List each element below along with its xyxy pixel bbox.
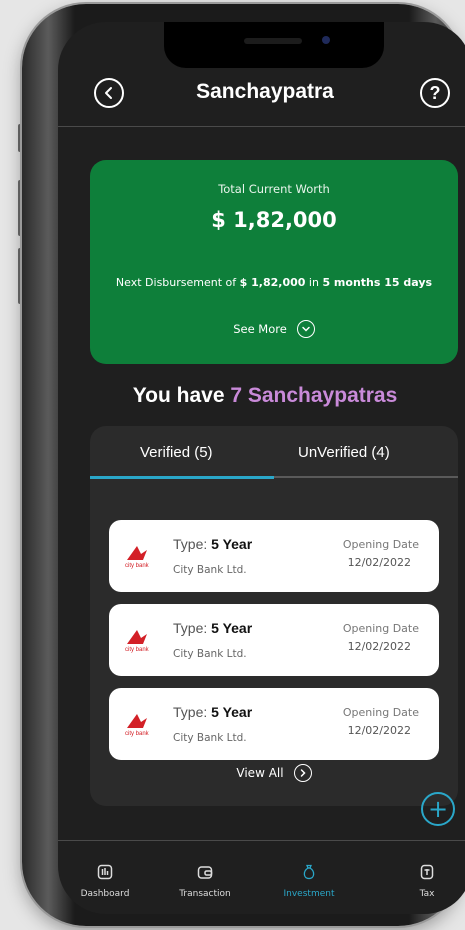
nav-transaction[interactable]: Transaction xyxy=(160,864,250,899)
city-bank-logo: city bank xyxy=(125,546,150,569)
chevron-down-icon xyxy=(296,320,315,338)
add-icon: + xyxy=(427,795,449,823)
nav-transaction-label: Transaction xyxy=(179,889,231,899)
sanchaypatra-item[interactable]: city bank Type: 5 Year City Bank Ltd. Op… xyxy=(109,604,439,676)
next-disbursement-mid: in xyxy=(305,276,323,289)
tab-unverified[interactable]: UnVerified (4) xyxy=(298,444,390,461)
sanchaypatra-count: You have 7 Sanchaypatras xyxy=(58,384,465,408)
opening-date: 12/02/2022 xyxy=(347,556,411,569)
nav-investment-label: Investment xyxy=(283,889,335,899)
tab-verified[interactable]: Verified (5) xyxy=(140,444,213,461)
total-worth-amount: $ 1,82,000 xyxy=(211,208,337,232)
count-prefix: You have xyxy=(132,384,231,407)
bank-name: City Bank Ltd. xyxy=(173,648,247,660)
nav-dashboard[interactable]: Dashboard xyxy=(60,864,150,899)
count-highlight: 7 Sanchaypatras xyxy=(230,384,398,407)
sanchaypatra-item[interactable]: city bank Type: 5 Year City Bank Ltd. Op… xyxy=(109,520,439,592)
type-value: 5 Year xyxy=(211,620,253,636)
next-disbursement-prefix: Next Disbursement of xyxy=(115,276,240,289)
add-button[interactable]: + xyxy=(421,792,455,826)
opening-date-label: Opening Date xyxy=(342,538,419,551)
type-label: Type: xyxy=(173,536,212,552)
next-disbursement-amount: $ 1,82,000 xyxy=(239,276,306,289)
type-label: Type: xyxy=(173,704,212,720)
opening-date: 12/02/2022 xyxy=(347,640,411,653)
nav-tax[interactable]: Tax xyxy=(382,864,465,899)
camera xyxy=(322,36,330,44)
sanchaypatra-item[interactable]: city bank Type: 5 Year City Bank Ltd. Op… xyxy=(109,688,439,760)
money-bag-icon xyxy=(303,864,315,880)
logo-text: city bank xyxy=(125,647,150,653)
item-type: Type: 5 Year xyxy=(173,620,252,636)
logo-text: city bank xyxy=(125,731,150,737)
item-type: Type: 5 Year xyxy=(173,536,252,552)
bottom-nav-divider xyxy=(58,840,465,841)
phone-frame: Sanchaypatra ? Total Current Worth $ 1,8… xyxy=(22,4,465,926)
opening-date-label: Opening Date xyxy=(342,622,419,635)
city-bank-logo: city bank xyxy=(125,630,150,653)
active-tab-indicator xyxy=(90,476,274,479)
nav-dashboard-label: Dashboard xyxy=(80,889,130,899)
tax-document-icon xyxy=(420,864,434,880)
nav-investment[interactable]: Investment xyxy=(264,864,354,899)
tabs: Verified (5) UnVerified (4) xyxy=(90,426,458,479)
see-more-label: See More xyxy=(233,322,287,336)
total-worth-label: Total Current Worth xyxy=(218,182,330,196)
logo-text: city bank xyxy=(125,563,150,569)
nav-tax-label: Tax xyxy=(419,889,435,899)
top-bar: Sanchaypatra ? xyxy=(58,60,465,124)
bank-name: City Bank Ltd. xyxy=(173,732,247,744)
city-bank-logo: city bank xyxy=(125,714,150,737)
help-icon: ? xyxy=(429,82,441,103)
opening-date: 12/02/2022 xyxy=(347,724,411,737)
header-divider xyxy=(58,126,465,127)
see-more-button[interactable]: See More xyxy=(90,320,458,338)
dashboard-icon xyxy=(97,864,113,880)
view-all-label: View All xyxy=(236,766,284,780)
chevron-right-icon xyxy=(293,764,312,782)
bottom-nav: Dashboard Transaction Investment Tax xyxy=(58,844,465,914)
opening-date-label: Opening Date xyxy=(342,706,419,719)
type-value: 5 Year xyxy=(211,536,253,552)
next-disbursement-time: 5 months 15 days xyxy=(322,276,433,289)
sanchaypatra-list-panel: Verified (5) UnVerified (4) city bank Ty… xyxy=(90,426,458,806)
type-value: 5 Year xyxy=(211,704,253,720)
next-disbursement-text: Next Disbursement of $ 1,82,000 in 5 mon… xyxy=(90,276,458,289)
bank-name: City Bank Ltd. xyxy=(173,564,247,576)
type-label: Type: xyxy=(173,620,212,636)
total-worth-card: Total Current Worth $ 1,82,000 Next Disb… xyxy=(90,160,458,364)
item-type: Type: 5 Year xyxy=(173,704,252,720)
wallet-icon xyxy=(197,866,213,879)
speaker xyxy=(244,38,302,44)
app-screen: Sanchaypatra ? Total Current Worth $ 1,8… xyxy=(58,22,465,914)
page-title: Sanchaypatra xyxy=(196,80,334,103)
help-button[interactable]: ? xyxy=(420,78,450,108)
view-all-button[interactable]: View All xyxy=(90,764,458,782)
